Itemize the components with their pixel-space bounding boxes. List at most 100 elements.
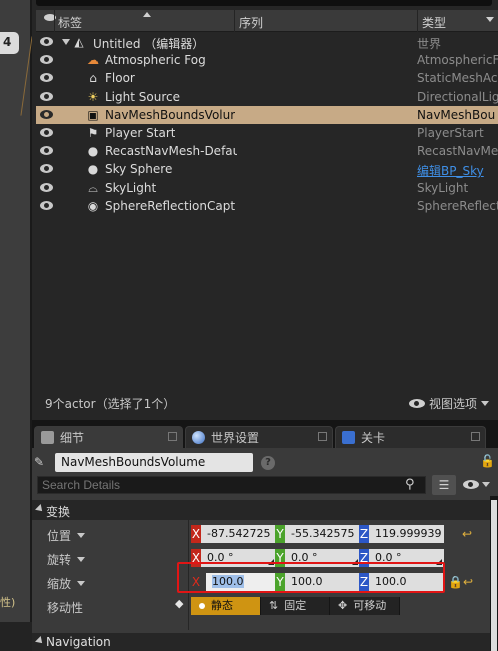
reset-to-default-icon[interactable]: ↩ <box>462 527 472 541</box>
sort-ascending-icon <box>143 12 151 17</box>
visibility-eye-icon[interactable] <box>40 182 53 192</box>
visibility-eye-icon[interactable] <box>40 127 53 137</box>
navigation-section-header[interactable]: Navigation <box>32 633 490 651</box>
close-icon[interactable] <box>318 432 327 441</box>
actor-type: PlayerStart <box>417 125 484 140</box>
details-icon <box>41 431 54 444</box>
column-label[interactable]: 标签 <box>58 14 82 31</box>
levels-icon <box>342 431 355 444</box>
location-property: 位置 X -87.542725 Y -55.342575 Z 119.99993… <box>32 522 490 546</box>
visibility-eye-icon[interactable] <box>40 91 53 101</box>
header-separator[interactable] <box>54 10 55 32</box>
viewport-badge[interactable]: 4 <box>0 32 19 54</box>
scale-label-dropdown[interactable]: 缩放 <box>47 575 86 592</box>
property-matrix-button[interactable]: ☰ <box>432 475 456 495</box>
visibility-eye-icon[interactable] <box>40 55 53 65</box>
outliner-row[interactable]: ⌓ SkyLight SkyLight <box>36 179 498 197</box>
actor-label: SkyLight <box>105 180 157 195</box>
mobility-reset-icon[interactable]: ◆ <box>175 597 183 610</box>
header-separator[interactable] <box>234 10 235 32</box>
location-y-field[interactable]: -55.342575 <box>285 525 360 543</box>
reset-to-default-icon[interactable]: ↩ <box>463 575 473 589</box>
chevron-down-icon <box>77 533 86 538</box>
header-separator[interactable] <box>417 10 418 32</box>
property-label: 旋转 <box>47 553 72 567</box>
visibility-eye-icon[interactable] <box>40 200 53 210</box>
level-viewport-edge[interactable]: 4 性) <box>0 0 33 651</box>
actor-type: NavMeshBou <box>417 107 496 122</box>
mobility-movable-button[interactable]: ✥ 可移动 <box>330 597 400 615</box>
actor-label: Sky Sphere <box>105 162 173 177</box>
sphere-capture-icon: ◉ <box>87 198 99 213</box>
static-dot-icon <box>199 603 205 609</box>
outliner-row[interactable]: ◉ SphereReflectionCapture SphereReflect <box>36 197 498 215</box>
tab-details[interactable]: 细节 <box>34 426 183 448</box>
actor-type: DirectionalLig <box>417 89 498 104</box>
actor-label: NavMeshBoundsVolume <box>105 107 235 122</box>
volume-icon: ✎ <box>34 455 45 469</box>
scale-highlight-box <box>177 562 445 593</box>
search-icon[interactable]: ⚲ <box>405 477 423 493</box>
visibility-filter-button[interactable] <box>463 480 490 489</box>
visibility-eye-icon[interactable] <box>40 109 53 119</box>
tab-levels[interactable]: 关卡 <box>335 426 486 448</box>
location-x-field[interactable]: -87.542725 <box>201 525 276 543</box>
collapse-arrow-icon <box>35 636 45 646</box>
flag-icon: ⚑ <box>87 125 99 140</box>
rotation-label-dropdown[interactable]: 旋转 <box>47 551 86 568</box>
location-z-field[interactable]: 119.999939 <box>369 525 444 543</box>
actor-name-field[interactable]: NavMeshBoundsVolume <box>55 453 253 472</box>
property-label: 位置 <box>47 529 72 543</box>
tab-world-settings[interactable]: 世界设置 <box>185 426 333 448</box>
tab-label: 细节 <box>60 431 85 445</box>
actor-label: Untitled （编辑器） <box>93 37 205 51</box>
expand-arrow-icon[interactable] <box>62 39 70 45</box>
collapse-arrow-icon <box>35 504 45 514</box>
location-z: Z 119.999939 <box>359 525 444 543</box>
eye-icon <box>409 399 425 408</box>
close-icon[interactable] <box>471 432 480 441</box>
edit-blueprint-link[interactable]: 编辑BP_Sky <box>417 162 498 179</box>
visibility-eye-icon[interactable] <box>40 164 53 174</box>
details-scrollbar[interactable] <box>490 496 498 651</box>
fog-icon: ☁ <box>87 53 99 68</box>
outliner-row[interactable]: ● Sky Sphere 编辑BP_Sky <box>36 160 498 178</box>
search-details-input[interactable] <box>37 476 426 494</box>
outliner-row-world[interactable]: ◭ Untitled （编辑器） 世界 <box>36 33 498 51</box>
transform-section-header[interactable]: 变换 <box>32 500 490 520</box>
option-label: 固定 <box>284 599 307 612</box>
skylight-icon: ⌓ <box>88 180 98 195</box>
help-icon[interactable]: ? <box>261 456 275 470</box>
outliner-search-box[interactable] <box>36 0 492 6</box>
outliner-row-selected[interactable]: ▣ NavMeshBoundsVolume NavMeshBou <box>36 105 498 124</box>
volume-icon: ▣ <box>87 107 99 122</box>
scrollbar-thumb[interactable] <box>491 500 497 651</box>
mobility-static-button[interactable]: 静态 <box>191 597 261 615</box>
column-order[interactable]: 序列 <box>239 14 263 31</box>
location-label-dropdown[interactable]: 位置 <box>47 527 86 544</box>
visibility-eye-icon[interactable] <box>40 37 53 46</box>
eye-icon <box>463 480 479 489</box>
world-outliner: 标签 序列 类型 ◭ Untitled （编辑器） 世界 ☁ Atmospher… <box>32 0 498 420</box>
outliner-row[interactable]: ⚑ Player Start PlayerStart <box>36 124 498 142</box>
viewport-bottom-bar <box>0 622 32 651</box>
lock-icon[interactable]: 🔓 <box>480 454 495 468</box>
scale-lock-icon[interactable]: 🔒 <box>448 575 463 589</box>
close-icon[interactable] <box>168 432 177 441</box>
visibility-eye-icon[interactable] <box>40 146 53 156</box>
section-title: 变换 <box>46 505 71 519</box>
chevron-down-icon <box>77 581 86 586</box>
section-title: Navigation <box>46 635 111 649</box>
tab-label: 关卡 <box>361 431 386 445</box>
outliner-row[interactable]: ☁ Atmospheric Fog AtmosphericF <box>36 51 498 69</box>
column-type[interactable]: 类型 <box>422 14 446 31</box>
y-axis-tag: Y <box>275 525 285 543</box>
outliner-row[interactable]: ⌂ Floor StaticMeshAc <box>36 69 498 87</box>
view-options-button[interactable]: 视图选项 <box>409 395 490 412</box>
visibility-eye-icon[interactable] <box>40 73 53 83</box>
column-dropdown-icon[interactable] <box>486 17 494 22</box>
outliner-row[interactable]: ☀ Light Source DirectionalLig <box>36 88 498 106</box>
mobility-label: 移动性 <box>47 601 84 615</box>
outliner-row[interactable]: ● RecastNavMesh-Default RecastNavMe <box>36 142 498 160</box>
mobility-stationary-button[interactable]: ⇅ 固定 <box>261 597 330 615</box>
